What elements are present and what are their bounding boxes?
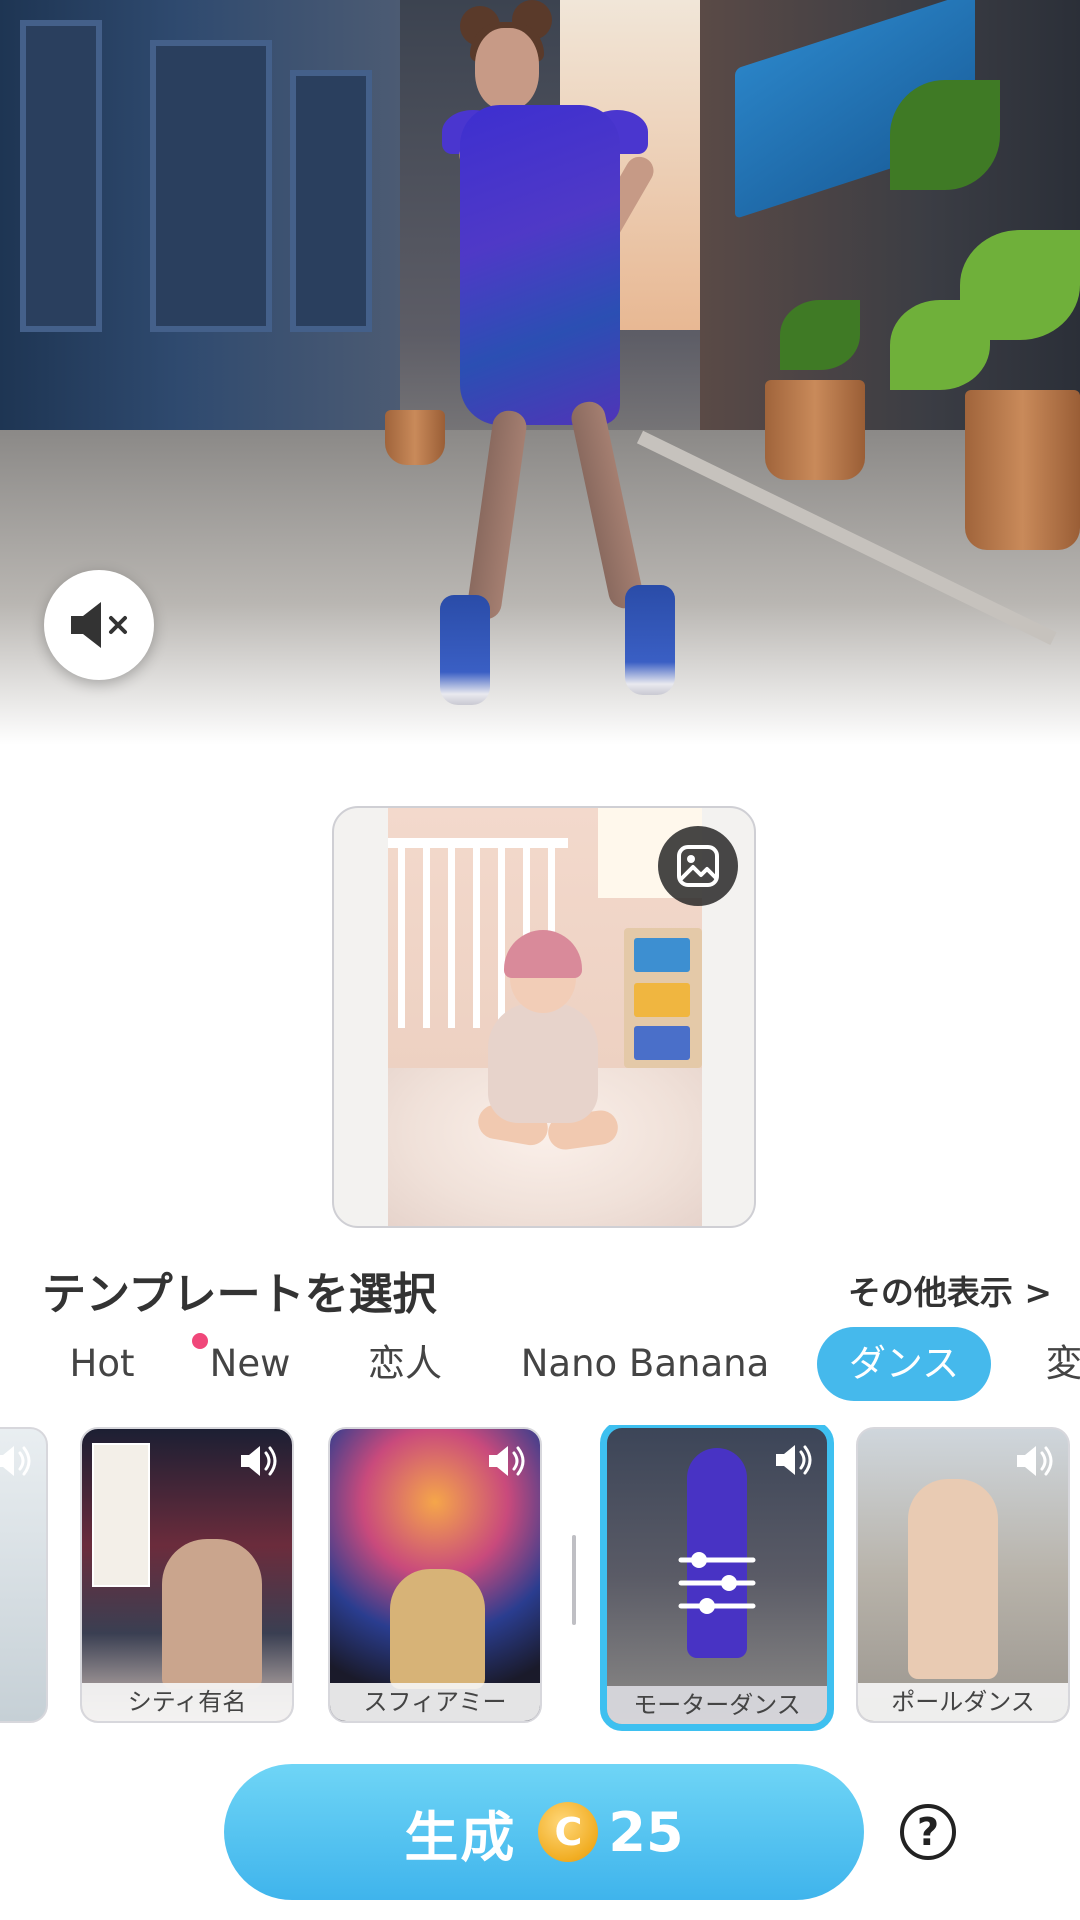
template-name: ポールダンス: [858, 1683, 1068, 1721]
section-title: テンプレートを選択: [42, 1269, 437, 1320]
tab-nano-banana[interactable]: Nano Banana: [515, 1327, 775, 1401]
category-tabs: Hot New 恋人 Nano Banana ダンス 変: [0, 1320, 1080, 1410]
speaker-icon: [0, 1446, 31, 1476]
template-name: シティ有名: [82, 1683, 292, 1721]
tab-more[interactable]: 変: [1034, 1327, 1080, 1401]
template-carousel: シティ有名 スフィアミー モーターダンス ポールダンス: [0, 1425, 1080, 1735]
tab-dance[interactable]: ダンス: [817, 1327, 991, 1401]
generate-button[interactable]: 生成 C 25: [224, 1764, 864, 1900]
template-thumbnail[interactable]: ポールダンス: [856, 1427, 1070, 1723]
generate-label: 生成: [404, 1805, 517, 1869]
tab-lovers[interactable]: 恋人: [360, 1327, 450, 1401]
template-thumbnail[interactable]: シティ有名: [80, 1427, 294, 1723]
speaker-icon: [489, 1446, 525, 1476]
help-button[interactable]: ?: [900, 1804, 956, 1860]
carousel-divider: [572, 1535, 576, 1625]
template-preview-video: [0, 0, 1080, 745]
mute-button[interactable]: [44, 570, 154, 680]
gallery-icon: [677, 845, 719, 887]
uploaded-photo: [388, 808, 702, 1226]
template-name: モーターダンス: [607, 1686, 827, 1724]
help-icon: ?: [916, 1810, 940, 1854]
template-thumbnail-selected[interactable]: モーターダンス: [600, 1425, 834, 1731]
template-thumbnail[interactable]: スフィアミー: [328, 1427, 542, 1723]
show-more-link[interactable]: その他表示 >: [848, 1266, 1052, 1314]
template-thumbnail-partial[interactable]: [0, 1427, 48, 1723]
tab-hot[interactable]: Hot: [60, 1327, 144, 1401]
uploaded-photo-card[interactable]: [332, 806, 756, 1228]
adjust-settings-icon[interactable]: [677, 1548, 757, 1618]
coin-icon: C: [538, 1802, 599, 1862]
speaker-icon: [776, 1445, 812, 1475]
change-photo-button[interactable]: [658, 826, 738, 906]
coin-symbol: C: [554, 1810, 583, 1854]
dancer-figure: [420, 0, 700, 720]
speaker-icon: [241, 1446, 277, 1476]
speaker-muted-icon: [71, 602, 127, 648]
template-name: スフィアミー: [330, 1683, 540, 1721]
tab-new[interactable]: New: [200, 1327, 300, 1401]
speaker-icon: [1017, 1446, 1053, 1476]
generate-cost: 25: [608, 1800, 684, 1864]
